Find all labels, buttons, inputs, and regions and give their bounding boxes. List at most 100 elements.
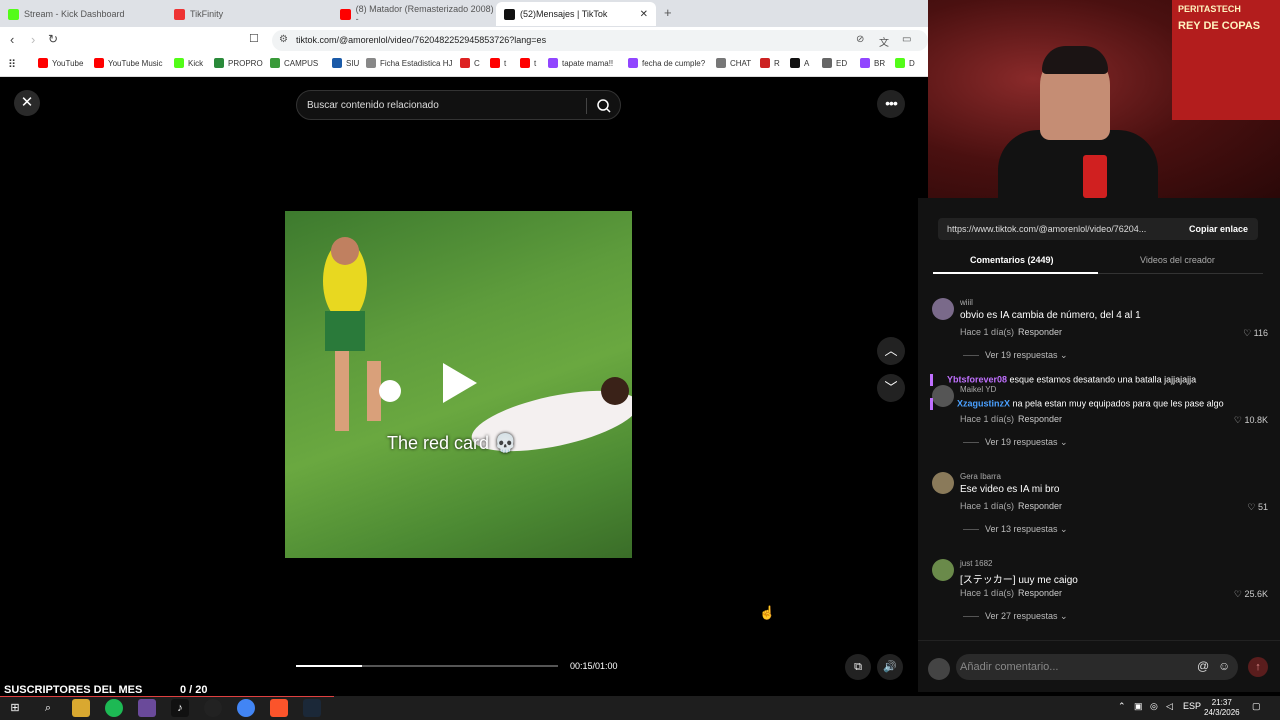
bookmark-item[interactable]: Ficha Estadistica HJ: [366, 58, 452, 68]
bookmark-favicon-icon: [822, 58, 832, 68]
comment-user[interactable]: wiiil: [960, 298, 973, 307]
related-search-input[interactable]: Buscar contenido relacionado: [296, 90, 621, 120]
bookmark-favicon-icon: [94, 58, 104, 68]
like-button[interactable]: ♡ 10.8K: [1234, 415, 1268, 426]
pip-icon[interactable]: ⧉: [845, 654, 871, 680]
tab-creator-videos[interactable]: Videos del creador: [1140, 255, 1215, 265]
search-divider: [586, 98, 587, 114]
brave-icon[interactable]: [270, 699, 288, 717]
bookmark-item[interactable]: YouTube: [38, 58, 83, 68]
bookmark-item[interactable]: tapate mama!!: [548, 58, 613, 68]
bookmark-item[interactable]: CHAT: [716, 58, 751, 68]
app-icon[interactable]: [204, 699, 222, 717]
bookmark-item[interactable]: Kick: [174, 58, 203, 68]
comment-user[interactable]: Gera Ibarra: [960, 472, 1001, 481]
bookmark-item[interactable]: CAMPUS: [270, 58, 318, 68]
reload-icon[interactable]: ↻: [48, 32, 58, 46]
bookmark-icon[interactable]: ☐: [249, 32, 259, 45]
new-tab-button[interactable]: +: [664, 5, 672, 20]
compose-bar: Añadir comentario... @ ☺ ↑: [918, 640, 1280, 692]
file-explorer-icon[interactable]: [72, 699, 90, 717]
bookmark-favicon-icon: [366, 58, 376, 68]
tab-comments[interactable]: Comentarios (2449): [970, 255, 1054, 265]
reply-button[interactable]: Responder: [1018, 501, 1062, 511]
bookmark-item[interactable]: t: [520, 58, 536, 68]
bookmark-item[interactable]: ED: [822, 58, 847, 68]
volume-icon[interactable]: 🔊: [877, 654, 903, 680]
tab-title: Stream - Kick Dashboard: [24, 9, 125, 19]
view-replies-button[interactable]: Ver 13 respuestas ⌄: [963, 524, 1068, 535]
bookmark-item[interactable]: fecha de cumple?: [628, 58, 705, 68]
view-replies-button[interactable]: Ver 19 respuestas ⌄: [963, 350, 1068, 361]
tray-clock[interactable]: 21:37 24/3/2026: [1204, 698, 1240, 718]
tikfinity-icon: [174, 8, 185, 20]
url-field[interactable]: ⚙ tiktok.com/@amorenlol/video/7620482252…: [272, 30, 928, 51]
bookmark-item[interactable]: t: [490, 58, 506, 68]
like-button[interactable]: ♡ 51: [1247, 502, 1268, 513]
back-icon[interactable]: ‹: [10, 32, 14, 47]
spotify-icon[interactable]: [105, 699, 123, 717]
apps-icon[interactable]: ⠿: [8, 58, 16, 71]
chevron-down-icon[interactable]: ﹀: [877, 374, 905, 402]
tab-kick-dashboard[interactable]: Stream - Kick Dashboard: [0, 2, 166, 26]
close-tab-icon[interactable]: ✕: [640, 9, 648, 20]
avatar[interactable]: [932, 472, 954, 494]
tray-chevron-icon[interactable]: ⌃: [1118, 701, 1126, 712]
cast-icon[interactable]: ▭: [902, 34, 911, 45]
comment-user[interactable]: just 1682: [960, 559, 992, 568]
tab-youtube-matador[interactable]: (8) Matador (Remasterizado 2008) -: [332, 2, 494, 26]
reply-button[interactable]: Responder: [1018, 327, 1062, 337]
notifications-icon[interactable]: ▢: [1252, 701, 1261, 712]
tray-network-icon[interactable]: ▣: [1134, 701, 1143, 712]
bookmark-item[interactable]: C: [460, 58, 480, 68]
tray-lang[interactable]: ESP: [1183, 701, 1201, 711]
bookmark-item[interactable]: A: [790, 58, 809, 68]
tiktok-taskbar-icon[interactable]: ♪: [171, 699, 189, 717]
bookmark-item[interactable]: SIU: [332, 58, 359, 68]
reply-button[interactable]: Responder: [1018, 588, 1062, 598]
share-link-text[interactable]: https://www.tiktok.com/@amorenlol/video/…: [947, 224, 1146, 234]
tray-wifi-icon[interactable]: ◎: [1150, 701, 1158, 712]
steam-icon[interactable]: [303, 699, 321, 717]
bookmarks-bar: ⠿ YouTube YouTube Music Kick PROPRO CAMPUS SI…: [0, 53, 928, 77]
more-icon[interactable]: •••: [877, 90, 905, 118]
bookmark-label: D: [909, 58, 915, 68]
streamer-hair: [1042, 46, 1108, 74]
search-icon[interactable]: [595, 97, 613, 115]
like-button[interactable]: ♡ 116: [1243, 328, 1268, 339]
bookmark-item[interactable]: D: [895, 58, 915, 68]
search-taskbar-icon[interactable]: ⌕: [39, 699, 57, 717]
video-progress-bar[interactable]: [296, 665, 558, 667]
bookmark-item[interactable]: BR: [860, 58, 885, 68]
site-info-icon[interactable]: ⚙: [279, 34, 288, 45]
forward-icon[interactable]: ›: [31, 32, 35, 47]
tab-tiktok-messages[interactable]: (52)Mensajes | TikTok ✕: [496, 2, 656, 26]
translate-icon[interactable]: 文: [879, 34, 889, 49]
like-button[interactable]: ♡ 25.6K: [1234, 589, 1268, 600]
chrome-icon[interactable]: [237, 699, 255, 717]
tab-tikfinity[interactable]: TikFinity: [166, 2, 332, 26]
discord-icon[interactable]: [138, 699, 156, 717]
view-replies-button[interactable]: Ver 27 respuestas ⌄: [963, 611, 1068, 622]
emoji-icon[interactable]: ☺: [1218, 659, 1230, 673]
comment-time: Hace 1 día(s): [960, 327, 1015, 337]
bookmark-item[interactable]: PROPRO: [214, 58, 263, 68]
avatar[interactable]: [932, 298, 954, 320]
bookmark-item[interactable]: YouTube Music: [94, 58, 163, 68]
video-frame[interactable]: The red card 💀: [285, 211, 632, 558]
send-button[interactable]: ↑: [1248, 657, 1268, 677]
no-tracking-icon[interactable]: ⊘: [856, 34, 864, 45]
bookmark-item[interactable]: R: [760, 58, 780, 68]
reply-button[interactable]: Responder: [1018, 414, 1062, 424]
mention-icon[interactable]: @: [1197, 659, 1209, 673]
close-icon[interactable]: ✕: [14, 90, 40, 116]
view-replies-button[interactable]: Ver 19 respuestas ⌄: [963, 437, 1068, 448]
bookmark-favicon-icon: [628, 58, 638, 68]
avatar[interactable]: [932, 559, 954, 581]
tray-volume-icon[interactable]: ◁: [1166, 701, 1173, 712]
play-icon[interactable]: [443, 363, 477, 403]
chevron-up-icon[interactable]: ︿: [877, 337, 905, 365]
windows-start-icon[interactable]: ⊞: [6, 699, 24, 717]
poster-title: REY DE COPAS: [1178, 20, 1261, 32]
copy-link-button[interactable]: Copiar enlace: [1189, 224, 1248, 234]
